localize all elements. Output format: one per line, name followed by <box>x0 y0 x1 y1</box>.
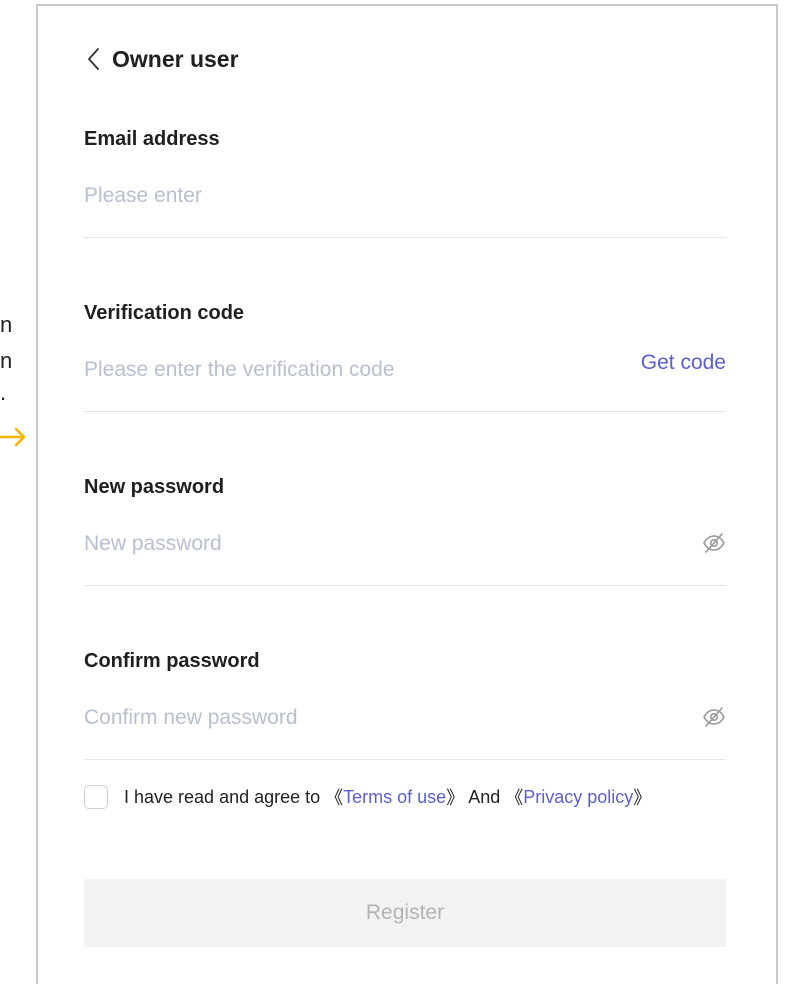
arrow-right-icon <box>0 427 26 447</box>
background-text-fragment: . <box>0 380 7 405</box>
email-input-row <box>84 181 726 238</box>
bracket-open: 《 <box>325 788 344 808</box>
email-field-group: Email address <box>84 128 726 238</box>
bracket-close: 》 <box>446 788 465 808</box>
verification-code-field-group: Verification code Get code <box>84 302 726 412</box>
email-input[interactable] <box>84 181 644 211</box>
eye-off-icon[interactable] <box>702 531 726 555</box>
email-label: Email address <box>84 128 220 150</box>
new-password-input[interactable] <box>84 529 644 559</box>
confirm-password-field-group: Confirm password <box>84 650 726 760</box>
background-text-fragment: n <box>0 348 13 373</box>
terms-of-use-link[interactable]: Terms of use <box>343 787 446 808</box>
agreement-row: I have read and agree to 《 Terms of use … <box>84 784 651 810</box>
bracket-open: 《 <box>505 788 524 808</box>
new-password-input-row <box>84 529 726 586</box>
agreement-text: I have read and agree to <box>124 786 326 807</box>
confirm-password-input-row <box>84 703 726 760</box>
privacy-policy-link[interactable]: Privacy policy <box>523 787 633 808</box>
page-title: Owner user <box>112 45 239 72</box>
agreement-and-text: And <box>464 786 506 807</box>
bracket-close: 》 <box>633 788 652 808</box>
background-text-fragment: n <box>0 312 13 337</box>
verification-code-input-row: Get code <box>84 351 726 412</box>
verification-code-input[interactable] <box>84 355 644 385</box>
eye-off-icon[interactable] <box>702 705 726 729</box>
page-header: Owner user <box>86 44 239 74</box>
verification-code-label: Verification code <box>84 302 245 324</box>
get-code-button[interactable]: Get code <box>641 351 726 375</box>
agreement-checkbox[interactable] <box>84 785 108 809</box>
chevron-left-icon[interactable] <box>86 44 108 74</box>
confirm-password-label: Confirm password <box>84 650 260 672</box>
confirm-password-input[interactable] <box>84 703 644 733</box>
register-button[interactable]: Register <box>84 879 726 947</box>
registration-card: Owner user Email address Verification co… <box>36 4 778 984</box>
new-password-label: New password <box>84 476 225 498</box>
new-password-field-group: New password <box>84 476 726 586</box>
